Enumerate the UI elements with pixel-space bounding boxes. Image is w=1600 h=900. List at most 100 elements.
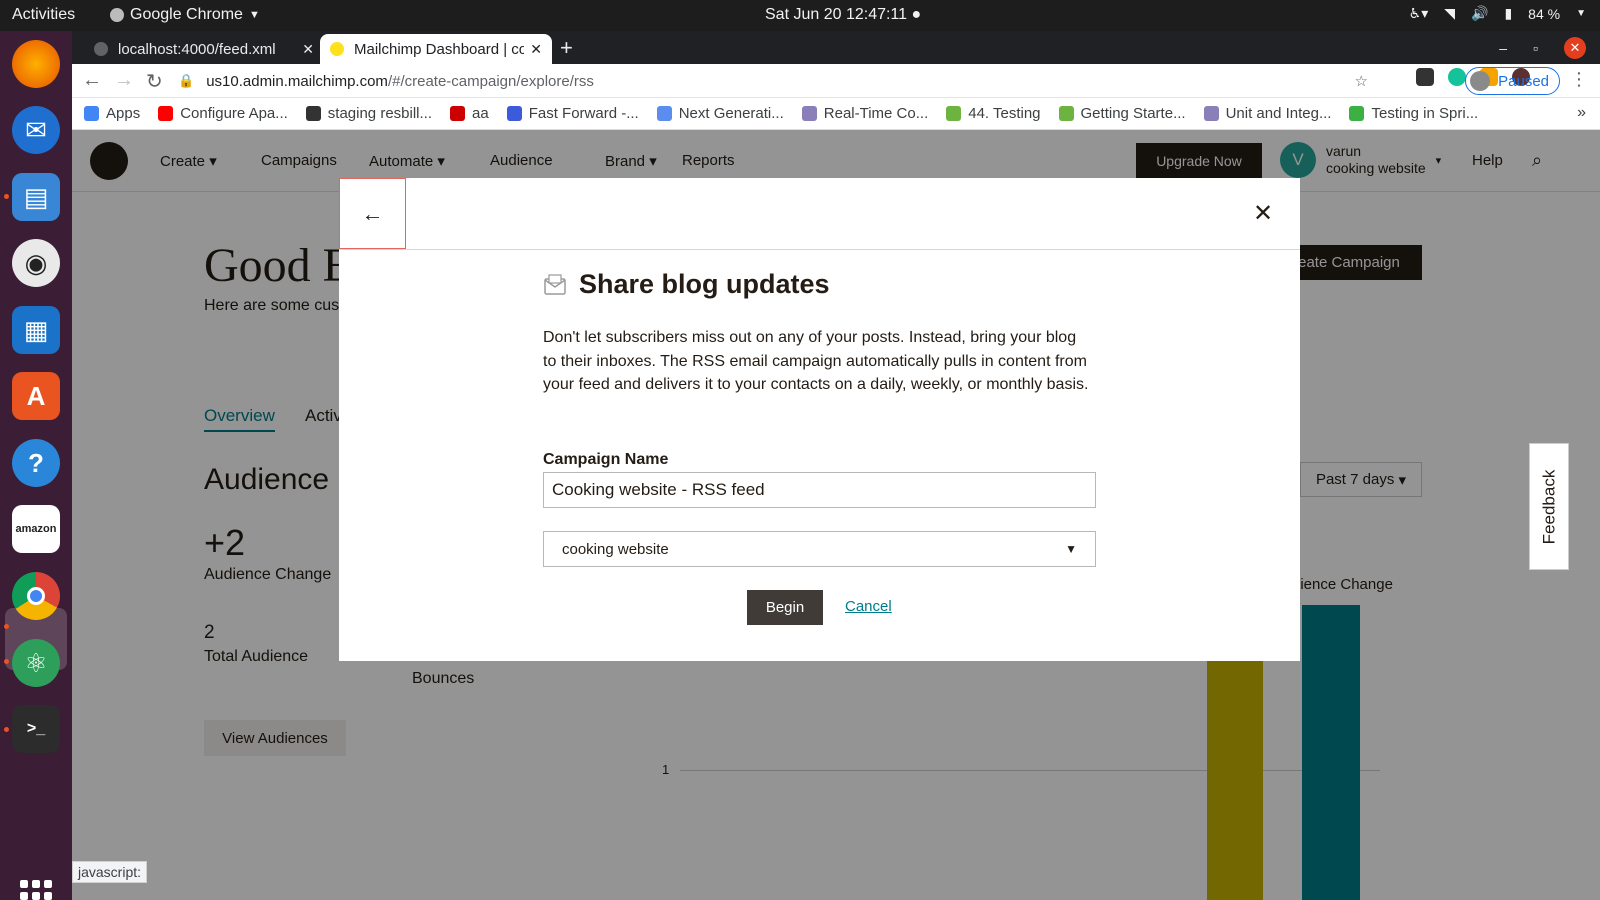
- running-indicator: [4, 727, 9, 732]
- bookmark-item[interactable]: Real-Time Co...: [801, 105, 929, 122]
- star-icon[interactable]: ☆: [1355, 72, 1368, 90]
- chrome-icon[interactable]: [12, 572, 60, 620]
- audience-select-value: cooking website: [562, 540, 669, 558]
- minimize-icon[interactable]: –: [1499, 40, 1507, 56]
- bookmark-label: Getting Starte...: [1080, 105, 1186, 122]
- files-icon[interactable]: ▤: [12, 173, 60, 221]
- grammarly-icon[interactable]: [1448, 68, 1466, 86]
- browser-toolbar: ← → ↻ 🔒 us10.admin.mailchimp.com/#/creat…: [72, 64, 1600, 98]
- avatar: [1470, 71, 1491, 91]
- running-indicator: [4, 194, 9, 199]
- reload-icon[interactable]: ↻: [146, 69, 163, 94]
- modal-title-row: Share blog updates: [543, 269, 830, 300]
- system-tray[interactable]: ♿▾ ◥ 🔊 ▮ 84 % ▼: [1409, 5, 1586, 22]
- bookmark-label: Configure Apa...: [180, 105, 288, 122]
- bookmark-item[interactable]: Unit and Integ...: [1203, 105, 1332, 122]
- bookmark-label: Apps: [106, 105, 141, 122]
- address-bar[interactable]: 🔒 us10.admin.mailchimp.com/#/create-camp…: [178, 67, 1368, 95]
- window-close-icon[interactable]: ✕: [1564, 37, 1586, 59]
- close-icon: ✕: [1252, 199, 1274, 227]
- bookmark-label: Real-Time Co...: [823, 105, 929, 122]
- app-menu[interactable]: Google Chrome ▼: [110, 6, 260, 24]
- bookmark-item[interactable]: 44. Testing: [946, 105, 1041, 122]
- help-icon[interactable]: ?: [12, 439, 60, 487]
- new-tab-button[interactable]: +: [560, 35, 573, 61]
- tab-mailchimp[interactable]: Mailchimp Dashboard | co ✕: [320, 34, 552, 64]
- bookmarks-bar: Apps Configure Apa... staging resbill... aa…: [72, 98, 1600, 130]
- app-name: Google Chrome: [130, 6, 243, 23]
- bookmark-item[interactable]: Testing in Spri...: [1349, 105, 1478, 122]
- tab-title: localhost:4000/feed.xml: [118, 40, 276, 58]
- audience-select[interactable]: cooking website ▼: [543, 531, 1096, 567]
- more-menu-icon[interactable]: ⋮: [1570, 69, 1588, 90]
- rhythmbox-icon[interactable]: ◉: [12, 239, 60, 287]
- battery-icon: ▮: [1504, 5, 1513, 21]
- bookmark-label: 44. Testing: [968, 105, 1041, 122]
- terminal-icon[interactable]: >_: [12, 705, 60, 753]
- bookmark-item[interactable]: Configure Apa...: [158, 105, 288, 122]
- bookmark-label: Next Generati...: [678, 105, 784, 122]
- status-bar: javascript:: [72, 861, 148, 883]
- bookmark-favicon-icon: [1349, 106, 1365, 121]
- bookmark-favicon-icon: [1058, 106, 1074, 121]
- bookmark-label: staging resbill...: [327, 105, 432, 122]
- bookmark-item[interactable]: staging resbill...: [305, 105, 432, 122]
- bookmark-favicon-icon: [801, 106, 817, 121]
- bookmark-item[interactable]: Fast Forward -...: [506, 105, 639, 122]
- forward-arrow-icon[interactable]: →: [114, 69, 134, 92]
- bookmark-label: Fast Forward -...: [528, 105, 639, 122]
- bookmark-favicon-icon: [506, 106, 522, 121]
- bookmark-item[interactable]: aa: [450, 105, 489, 122]
- bookmark-label: Unit and Integ...: [1225, 105, 1332, 122]
- activities-button[interactable]: Activities: [12, 6, 75, 24]
- feedback-label: Feedback: [1539, 469, 1559, 544]
- bookmark-favicon-icon: [656, 106, 672, 121]
- url-host: us10.admin.mailchimp.com: [206, 72, 388, 90]
- chevron-down-icon: ▼: [1576, 8, 1586, 19]
- close-button[interactable]: ✕: [1248, 198, 1278, 228]
- bookmark-label: aa: [472, 105, 489, 122]
- writer-icon[interactable]: ▦: [12, 306, 60, 354]
- bookmark-favicon-icon: [305, 106, 321, 121]
- close-icon[interactable]: ✕: [302, 41, 314, 58]
- envelope-icon: [544, 273, 566, 295]
- restore-icon[interactable]: ▫: [1533, 40, 1538, 56]
- feedback-tab[interactable]: Feedback: [1529, 443, 1569, 570]
- atom-icon[interactable]: ⚛: [12, 639, 60, 687]
- bookmark-item[interactable]: Apps: [84, 105, 140, 122]
- bookmark-favicon-icon: [1203, 106, 1219, 121]
- modal-description: Don't let subscribers miss out on any of…: [543, 329, 1089, 393]
- campaign-name-input[interactable]: Cooking website - RSS feed: [543, 472, 1096, 508]
- cancel-link[interactable]: Cancel: [845, 598, 892, 615]
- chevron-down-icon: ▼: [1065, 542, 1077, 556]
- bookmark-favicon-icon: [946, 106, 962, 121]
- bookmark-item[interactable]: Next Generati...: [656, 105, 784, 122]
- firefox-icon[interactable]: [12, 40, 60, 88]
- clock[interactable]: Sat Jun 20 12:47:11 ●: [765, 6, 921, 24]
- more-bookmarks-icon[interactable]: »: [1577, 104, 1586, 122]
- bookmark-favicon-icon: [450, 106, 465, 121]
- battery-level: 84 %: [1528, 5, 1561, 22]
- bookmark-label: Testing in Spri...: [1371, 105, 1479, 122]
- extension-icon[interactable]: [1416, 68, 1434, 86]
- software-center-icon[interactable]: A: [12, 372, 60, 420]
- tab-feed[interactable]: localhost:4000/feed.xml ✕: [84, 34, 324, 64]
- campaign-name-label: Campaign Name: [543, 451, 669, 468]
- show-applications-icon[interactable]: [20, 880, 52, 900]
- bookmark-item[interactable]: Getting Starte...: [1058, 105, 1186, 122]
- chrome-icon: [110, 8, 124, 22]
- close-icon[interactable]: ✕: [530, 41, 542, 58]
- back-button[interactable]: ←: [339, 178, 406, 249]
- back-arrow-icon[interactable]: ←: [82, 69, 102, 92]
- system-top-bar: Activities Google Chrome ▼ Sat Jun 20 12…: [0, 0, 1600, 31]
- thunderbird-icon[interactable]: ✉: [12, 106, 60, 154]
- begin-button[interactable]: Begin: [747, 590, 823, 625]
- modal-header: ← ✕: [339, 178, 1300, 250]
- tab-title: Mailchimp Dashboard | co: [354, 40, 525, 58]
- amazon-icon[interactable]: amazon: [12, 505, 60, 553]
- tab-strip: localhost:4000/feed.xml ✕ Mailchimp Dash…: [72, 31, 1600, 64]
- profile-button[interactable]: Paused: [1465, 67, 1560, 95]
- profile-status: Paused: [1498, 72, 1549, 90]
- back-arrow-icon: ←: [361, 200, 384, 226]
- clock-text: Sat Jun 20 12:47:11: [765, 6, 908, 23]
